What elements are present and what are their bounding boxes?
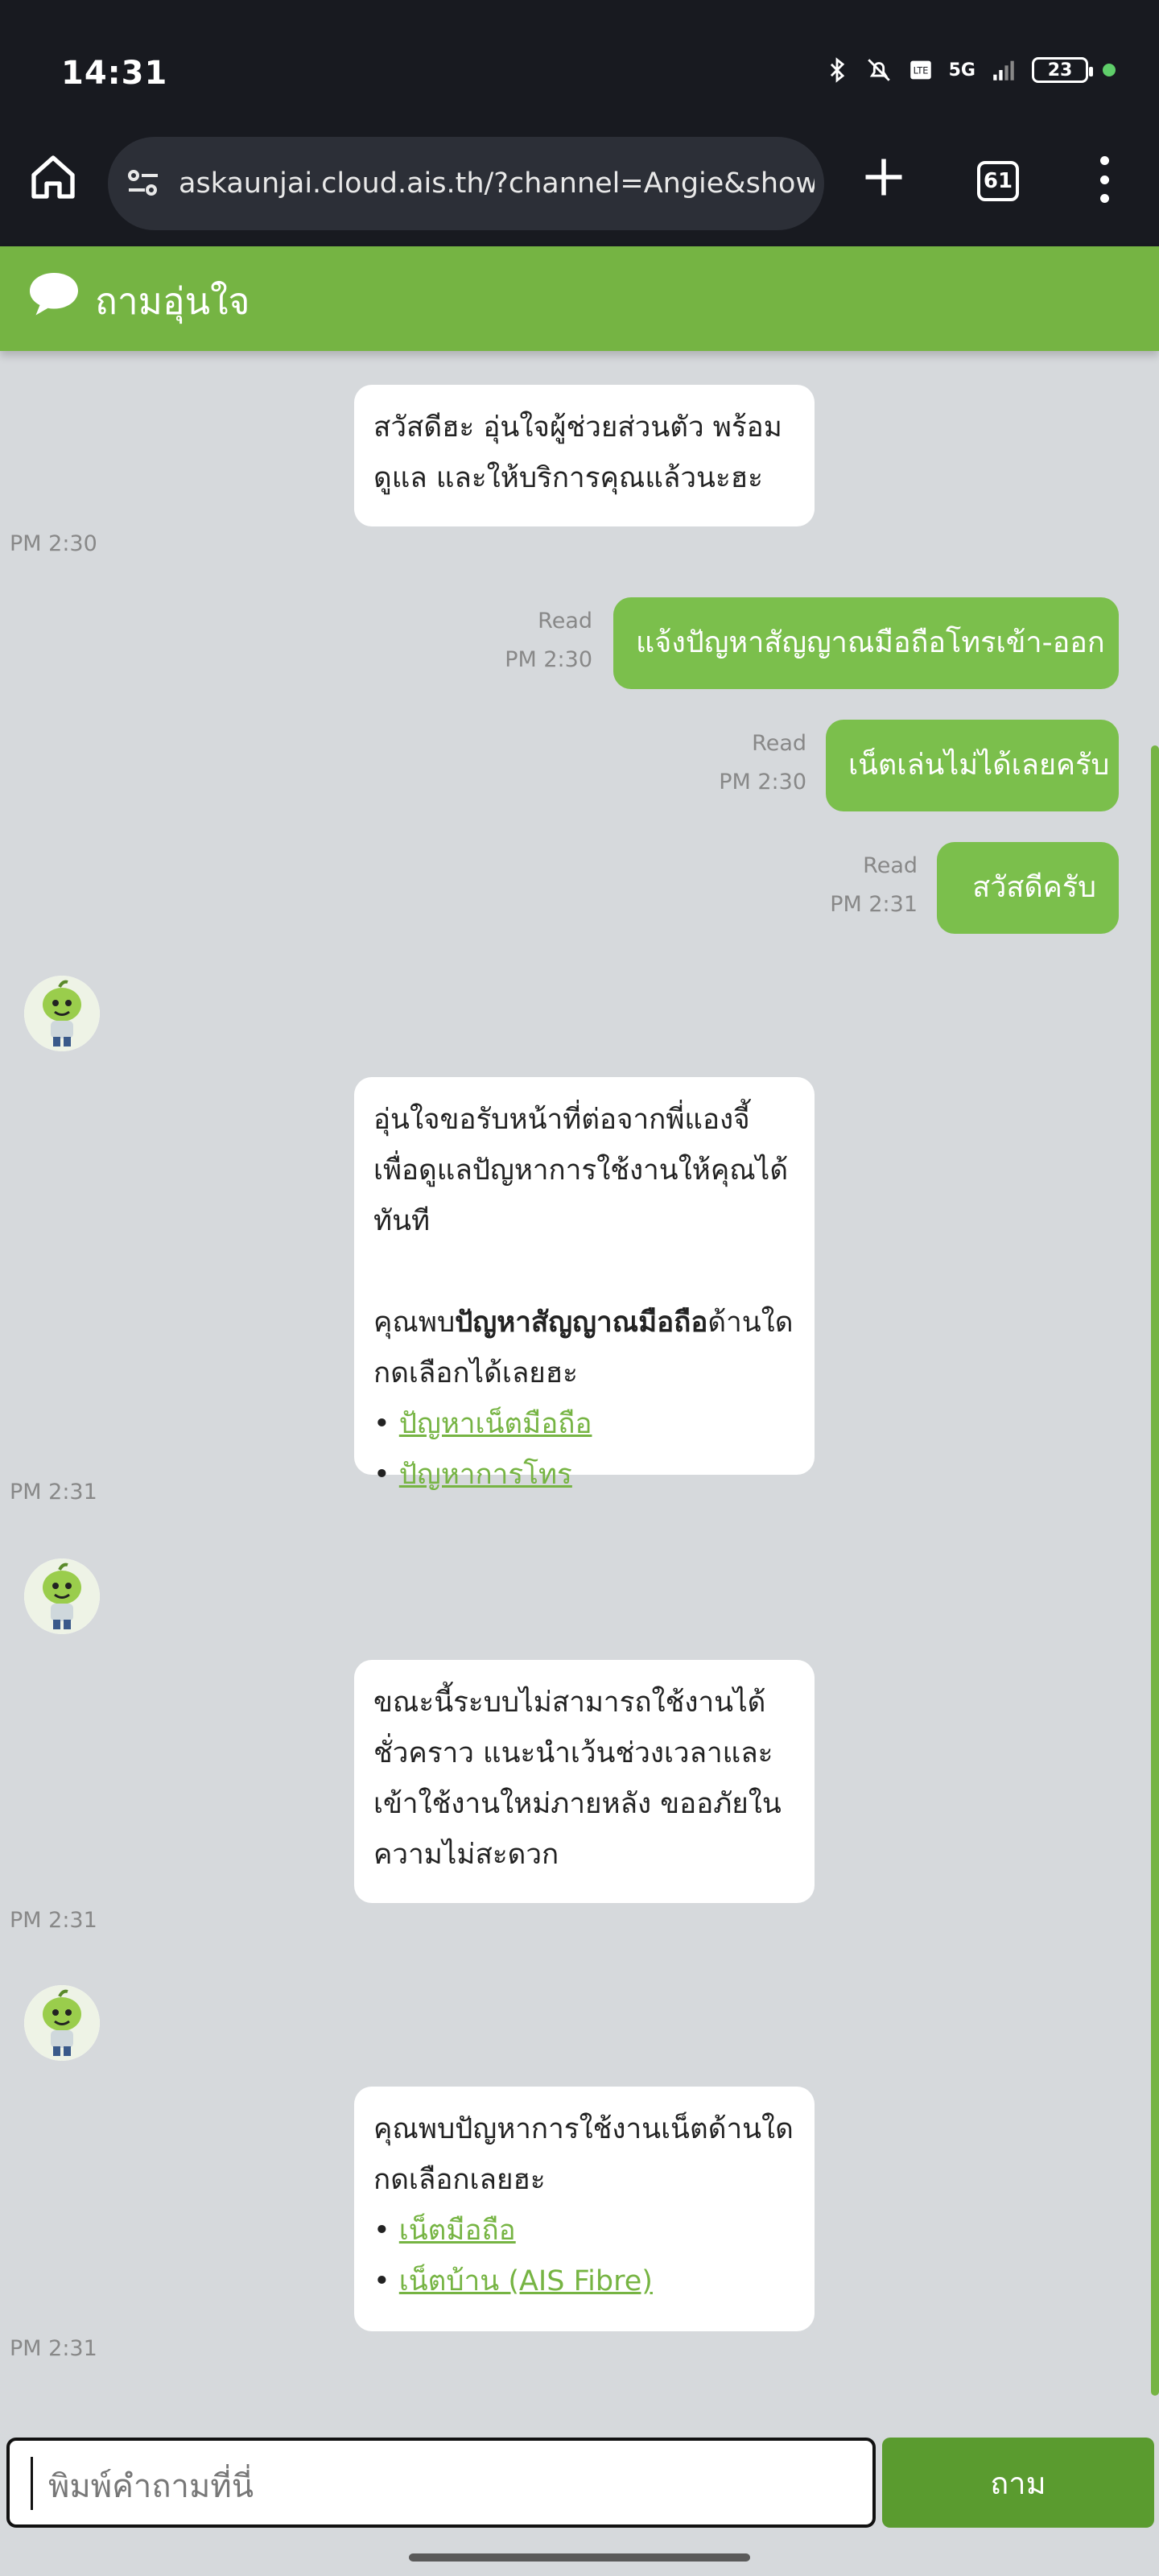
message-meta: Read PM 2:30 [483, 602, 592, 679]
quick-reply-option: • เน็ตบ้าน (AIS Fibre) [373, 2265, 653, 2297]
user-message-text: เน็ตเล่นไม่ได้เลยครับ [848, 749, 1110, 782]
option-call-problem-link[interactable]: ปัญหาการโทร [399, 1459, 572, 1491]
bot-message-text: ขณะนี้ระบบไม่สามารถใช้งานได้ชั่วคราว แนะ… [373, 1686, 782, 1871]
message-time: PM 2:30 [719, 770, 806, 795]
battery-icon: 23 [1032, 57, 1093, 83]
option-mobile-net-link[interactable]: ปัญหาเน็ตมือถือ [399, 1408, 592, 1440]
address-bar[interactable]: askaunjai.cloud.ais.th/?channel=Angie&sh… [108, 137, 824, 230]
user-message: แจ้งปัญหาสัญญาณมือถือโทรเข้า-ออก [613, 597, 1119, 689]
read-status: Read [752, 731, 806, 756]
message-time: PM 2:30 [505, 647, 592, 672]
message-time: PM 2:31 [10, 1480, 97, 1505]
bot-message: ขณะนี้ระบบไม่สามารถใช้งานได้ชั่วคราว แนะ… [354, 1660, 815, 1903]
tab-switcher-button[interactable]: 61 [977, 161, 1019, 201]
url-text[interactable]: askaunjai.cloud.ais.th/?channel=Angie&sh… [179, 164, 815, 203]
chat-area[interactable]: สวัสดีฮะ อุ่นใจผู้ช่วยส่วนตัว พร้อมดูแล … [0, 351, 1159, 2431]
ask-button[interactable]: ถาม [882, 2438, 1154, 2528]
message-time: PM 2:30 [10, 531, 97, 556]
bot-message: อุ่นใจขอรับหน้าที่ต่อจากพี่แองจี้ เพื่อด… [354, 1077, 815, 1491]
input-bar: พิมพ์คำถามที่นี่ ถาม [0, 2431, 1159, 2576]
bluetooth-icon [830, 57, 844, 83]
message-time: PM 2:31 [10, 2336, 97, 2361]
browser-toolbar: askaunjai.cloud.ais.th/?channel=Angie&sh… [0, 129, 1159, 246]
new-tab-icon[interactable] [860, 153, 908, 201]
user-message-text: สวัสดีครับ [972, 871, 1096, 904]
message-meta: Read PM 2:31 [797, 847, 918, 924]
read-status: Read [863, 853, 918, 878]
option-fibre-link[interactable]: เน็ตบ้าน (AIS Fibre) [399, 2265, 653, 2297]
network-type: 5G [948, 60, 975, 80]
bot-message-text: สวัสดีฮะ อุ่นใจผู้ช่วยส่วนตัว พร้อมดูแล … [373, 411, 782, 494]
status-time: 14:31 [61, 55, 168, 92]
message-time: PM 2:31 [830, 892, 918, 917]
status-icons: LTE 5G 23 [823, 56, 1116, 84]
chat-bubble-icon [30, 273, 78, 316]
status-bar: 14:31 LTE 5G 23 [0, 0, 1159, 129]
svg-text:LTE: LTE [913, 64, 928, 76]
grape-mascot-icon [24, 1558, 100, 1634]
mute-icon [867, 59, 890, 81]
bot-avatar [24, 1985, 100, 2061]
user-message-text: แจ้งปัญหาสัญญาณมือถือโทรเข้า-ออก [636, 626, 1105, 659]
more-menu-icon[interactable] [1087, 153, 1122, 206]
quick-reply-option: • ปัญหาการโทร [373, 1459, 572, 1491]
home-icon[interactable] [27, 151, 79, 203]
bot-message: คุณพบปัญหาการใช้งานเน็ตด้านใด กดเลือกเลย… [354, 2087, 815, 2331]
option-mobile-net-link[interactable]: เน็ตมือถือ [399, 2215, 516, 2247]
bot-message-intro: อุ่นใจขอรับหน้าที่ต่อจากพี่แองจี้ เพื่อด… [373, 1104, 789, 1237]
bot-message: สวัสดีฮะ อุ่นใจผู้ช่วยส่วนตัว พร้อมดูแล … [354, 385, 815, 526]
message-meta: Read PM 2:30 [684, 724, 806, 802]
text-caret [31, 2457, 33, 2510]
grape-mascot-icon [24, 1985, 100, 2061]
app-title: ถามอุ่นใจ [95, 279, 250, 323]
message-time: PM 2:31 [10, 1908, 97, 1933]
quick-reply-option: • เน็ตมือถือ [373, 2215, 516, 2247]
read-status: Read [538, 609, 592, 634]
bot-avatar [24, 976, 100, 1051]
question-input[interactable]: พิมพ์คำถามที่นี่ [6, 2438, 876, 2528]
bot-message-question: คุณพบปัญหาสัญญาณมือถือด้านใด กดเลือกได้เ… [373, 1307, 794, 1389]
grape-mascot-icon [24, 976, 100, 1051]
site-settings-icon[interactable] [124, 164, 163, 203]
user-message: สวัสดีครับ [937, 842, 1119, 934]
scrollbar[interactable] [1151, 745, 1159, 2396]
signal-icon [993, 60, 1014, 80]
quick-reply-option: • ปัญหาเน็ตมือถือ [373, 1408, 592, 1440]
privacy-dot-icon [1103, 64, 1116, 76]
input-placeholder: พิมพ์คำถามที่นี่ [48, 2468, 254, 2505]
bot-avatar [24, 1558, 100, 1634]
volte-icon: LTE [909, 60, 931, 80]
gesture-handle[interactable] [409, 2553, 750, 2562]
user-message: เน็ตเล่นไม่ได้เลยครับ [826, 720, 1119, 811]
app-header: ถามอุ่นใจ [0, 246, 1159, 351]
bot-message-text: คุณพบปัญหาการใช้งานเน็ตด้านใด กดเลือกเลย… [373, 2113, 794, 2196]
